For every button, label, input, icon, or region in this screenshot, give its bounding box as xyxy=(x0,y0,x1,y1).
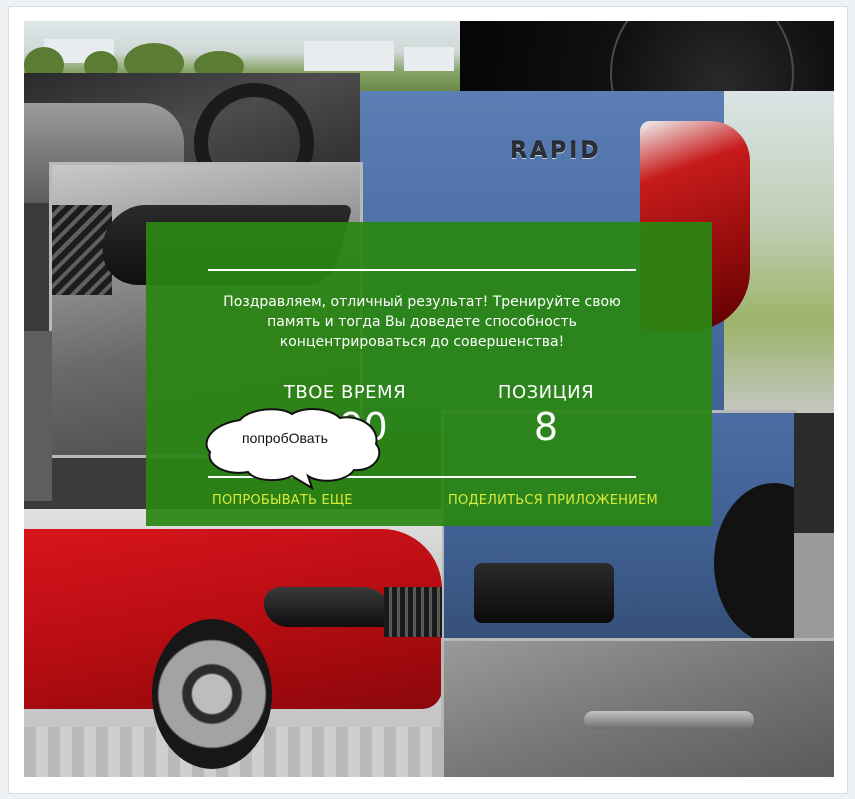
position-stat: ПОЗИЦИЯ 8 xyxy=(436,382,656,451)
photo-tile-door-handle xyxy=(444,641,834,777)
photo-tile-side-dark xyxy=(794,413,834,533)
share-app-link[interactable]: ПОДЕЛИТЬСЯ ПРИЛОЖЕНИЕМ xyxy=(448,493,658,508)
photo-tile-red-car xyxy=(24,509,442,777)
speech-bubble-text: попробОвать xyxy=(242,430,328,446)
speech-bubble-icon xyxy=(205,408,381,490)
rapid-badge: RAPID xyxy=(510,139,602,164)
congrats-message: Поздравляем, отличный результат! Трениру… xyxy=(223,294,621,350)
photo-tile-left-strip xyxy=(24,331,52,501)
position-label: ПОЗИЦИЯ xyxy=(497,382,595,403)
position-value: 8 xyxy=(533,405,559,449)
photo-tile-speedometer xyxy=(460,21,834,91)
photo-tile-side-grey xyxy=(794,533,834,653)
divider-top xyxy=(208,269,636,271)
time-label: ТВОЕ ВРЕМЯ xyxy=(283,382,407,403)
retry-link[interactable]: ПОПРОБЫВАТЬ ЕЩЕ xyxy=(212,493,353,508)
